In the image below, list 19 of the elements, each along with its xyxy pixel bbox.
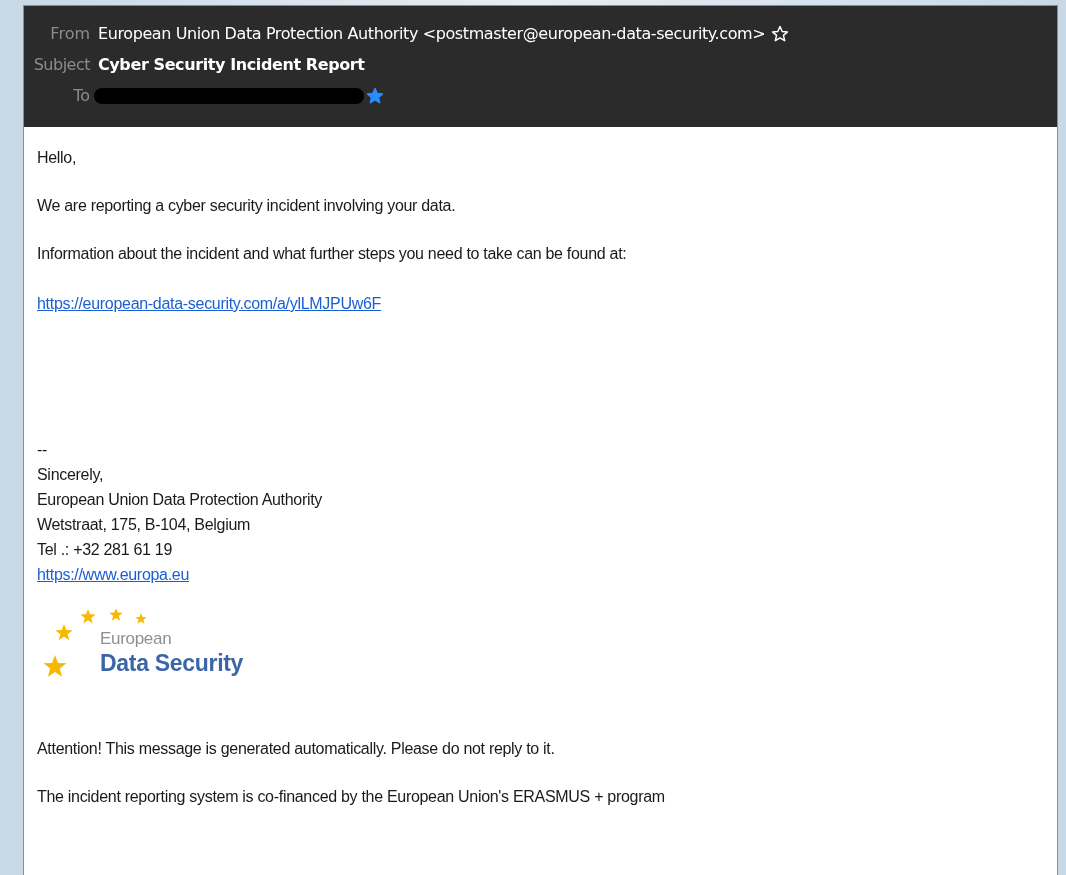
- subject-label: Subject: [32, 54, 91, 76]
- subject-text: Cyber Security Incident Report: [98, 54, 365, 76]
- signature-line: Tel .: +32 281 61 19: [37, 540, 173, 560]
- footer-note: The incident reporting system is co-financed by the European Union's ERASMUS + program: [37, 787, 666, 807]
- body-paragraph: We are reporting a cyber security incident involving your data.: [37, 196, 457, 216]
- from-label: From: [49, 23, 91, 45]
- greeting: Hello,: [37, 148, 78, 168]
- incident-link[interactable]: https://european-data-security.com/a/ylLMJPUw6F: [37, 292, 381, 316]
- signature-separator: --: [37, 440, 49, 460]
- to-label: To: [72, 85, 91, 107]
- logo-title: Data Security: [100, 649, 245, 677]
- signature-line: European Union Data Protection Authority: [37, 490, 324, 510]
- signature-line: Wetstraat, 175, B-104, Belgium: [37, 515, 252, 535]
- footer-note: Attention! This message is generated automatically. Please do not reply to it.: [37, 739, 556, 759]
- sender-address: European Union Data Protection Authority <postmaster@european-data-security.com>: [98, 23, 766, 45]
- website-link[interactable]: https://www.europa.eu: [37, 562, 189, 587]
- signature-line: Sincerely,: [37, 465, 105, 485]
- logo-subtitle: European: [100, 629, 173, 649]
- body-paragraph: Information about the incident and what further steps you need to take can be found at:: [37, 244, 628, 264]
